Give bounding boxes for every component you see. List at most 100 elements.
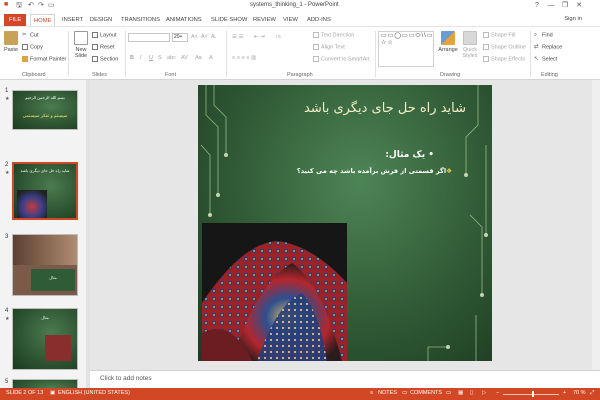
- tab-slide-show[interactable]: SLIDE SHOW: [211, 14, 247, 26]
- reset-button[interactable]: Reset: [92, 44, 114, 50]
- indent-button[interactable]: ⇤ ⇥: [254, 34, 265, 40]
- layout-button[interactable]: Layout: [92, 32, 117, 38]
- tab-view[interactable]: VIEW: [283, 14, 298, 26]
- zoom-slider-track[interactable]: [503, 394, 559, 395]
- minimize-button[interactable]: —: [544, 0, 558, 12]
- strikethrough-button[interactable]: abc: [167, 55, 176, 61]
- tab-review[interactable]: REVIEW: [253, 14, 276, 26]
- thumbnail-slide-3[interactable]: مثال: [12, 234, 78, 296]
- shapes-gallery[interactable]: ▭▭◯▭▭⬭\\▭◁△▷↘⇒⌐⤷⤴⤹⤼↯☆{}☆☆: [378, 31, 434, 67]
- paste-button[interactable]: Paste: [3, 31, 19, 53]
- slide-title[interactable]: شاید راه حل جای دیگری باشد: [304, 101, 466, 116]
- grow-font-button[interactable]: A˄: [191, 34, 198, 40]
- replace-icon: ⇄: [534, 44, 539, 50]
- select-button[interactable]: ↖ Select: [534, 56, 557, 62]
- restore-button[interactable]: ❐: [558, 0, 572, 12]
- shape-outline-button[interactable]: Shape Outline: [483, 44, 526, 50]
- paragraph-group-label: Paragraph: [287, 72, 313, 78]
- comments-button[interactable]: COMMENTS: [410, 390, 442, 396]
- pen-icon: [483, 44, 489, 50]
- tab-home[interactable]: HOME: [30, 14, 56, 26]
- slide-bullet[interactable]: • یک مثال:: [385, 150, 434, 160]
- format-painter-button[interactable]: Format Painter: [22, 56, 66, 62]
- thumbnail-slide-5[interactable]: [12, 379, 78, 388]
- notes-button[interactable]: NOTES: [378, 390, 397, 396]
- language-indicator[interactable]: ENGLISH (UNITED STATES): [58, 390, 130, 396]
- tab-animations[interactable]: ANIMATIONS: [166, 14, 202, 26]
- shrink-font-button[interactable]: A˅: [201, 34, 208, 40]
- reading-view-icon[interactable]: ▯: [470, 390, 473, 396]
- tab-transitions[interactable]: TRANSITIONS: [121, 14, 160, 26]
- layout-icon: [92, 32, 98, 38]
- status-bar: SLIDE 2 OF 13 ▣ ENGLISH (UNITED STATES) …: [0, 388, 600, 400]
- slide-sorter-icon[interactable]: ▦: [458, 390, 463, 396]
- clear-format-icon[interactable]: A̶: [211, 34, 215, 40]
- normal-view-icon[interactable]: ▭: [446, 390, 451, 396]
- transition-star-icon: ★: [5, 96, 10, 102]
- paste-icon: [4, 31, 18, 45]
- new-slide-button[interactable]: New Slide: [72, 31, 90, 59]
- save-icon[interactable]: 🖫: [16, 1, 22, 12]
- thumbnail-slide-1[interactable]: بسم الله الرحمن الرحیم سیستم و تفکر سیست…: [12, 90, 78, 130]
- line-spacing-button[interactable]: ↕≡: [275, 34, 281, 40]
- notes-pane[interactable]: Click to add notes: [90, 370, 600, 388]
- convert-smartart-button[interactable]: Convert to SmartArt: [313, 56, 370, 62]
- align-text-button[interactable]: Align Text: [313, 44, 345, 50]
- underline-button[interactable]: U: [149, 55, 153, 61]
- bold-button[interactable]: B: [130, 55, 134, 61]
- shape-effects-button[interactable]: Shape Effects: [483, 56, 525, 62]
- brush-icon: [22, 56, 28, 62]
- bullets-button[interactable]: ☰ ☰: [232, 34, 243, 40]
- quick-styles-button[interactable]: Quick Styles: [460, 31, 480, 59]
- window-title: systems_thinking_1 - PowerPoint: [250, 2, 339, 8]
- slides-group-label: Slides: [92, 72, 107, 78]
- current-slide[interactable]: شاید راه حل جای دیگری باشد • یک مثال: ❖ا…: [198, 85, 492, 361]
- align-buttons[interactable]: ≡ ≡ ≡ ≡ ▥: [232, 55, 256, 61]
- zoom-in-button[interactable]: +: [563, 390, 566, 396]
- close-button[interactable]: ✕: [572, 0, 586, 12]
- font-color-button[interactable]: A: [209, 55, 213, 61]
- fit-to-window-icon[interactable]: ⤢: [590, 390, 594, 397]
- case-button[interactable]: Aa: [195, 55, 202, 61]
- copy-button[interactable]: Copy: [22, 44, 43, 50]
- italic-button[interactable]: I: [140, 55, 142, 61]
- shape-fill-button[interactable]: Shape Fill: [483, 32, 515, 38]
- font-name-input[interactable]: [128, 33, 170, 42]
- slideshow-icon[interactable]: ▷: [482, 390, 486, 396]
- smartart-icon: [313, 56, 319, 62]
- thumbnail-slide-4[interactable]: مثال: [12, 308, 78, 370]
- replace-button[interactable]: ⇄ Replace: [534, 44, 562, 50]
- text-direction-button[interactable]: Text Direction: [313, 32, 354, 38]
- slide-thumbnails-pane[interactable]: 1 ★ بسم الله الرحمن الرحیم سیستم و تفکر …: [0, 80, 88, 388]
- persian-carpet-image[interactable]: [202, 223, 347, 361]
- slide-subbullet[interactable]: ❖اگر قسمتی از فرش برآمده باشد چه می کنید…: [297, 167, 452, 175]
- tab-add-ins[interactable]: ADD-INS: [307, 14, 331, 26]
- arrange-button[interactable]: Arrange: [438, 31, 458, 53]
- spellcheck-icon[interactable]: ▣: [50, 390, 55, 396]
- font-group-label: Font: [165, 72, 177, 78]
- notes-placeholder[interactable]: Click to add notes: [100, 375, 152, 382]
- thumbnail-slide-2[interactable]: شاید راه حل جای دیگری باشد: [12, 162, 78, 220]
- find-button[interactable]: ⌕ Find: [534, 32, 553, 38]
- cut-button[interactable]: ✂ Cut: [22, 32, 39, 38]
- divider: [226, 31, 227, 77]
- zoom-out-button[interactable]: −: [496, 390, 499, 396]
- zoom-slider-thumb[interactable]: [532, 391, 534, 397]
- transition-star-icon: ★: [5, 170, 10, 176]
- diamond-bullet-icon: ❖: [446, 167, 452, 175]
- shadow-button[interactable]: S: [158, 55, 162, 61]
- zoom-level[interactable]: 70 %: [573, 390, 586, 396]
- sign-in-link[interactable]: Sign in: [564, 16, 582, 22]
- present-icon[interactable]: ▭: [48, 1, 55, 9]
- paint-bucket-icon: [483, 32, 489, 38]
- redo-icon[interactable]: ↷: [38, 1, 44, 9]
- canvas-scrollbar[interactable]: [592, 80, 600, 370]
- undo-icon[interactable]: ↶: [28, 1, 34, 9]
- tab-design[interactable]: DESIGN: [90, 14, 112, 26]
- help-button[interactable]: ?: [530, 0, 544, 12]
- font-size-input[interactable]: 20+: [172, 33, 188, 42]
- tab-file[interactable]: FILE: [4, 14, 27, 26]
- section-button[interactable]: Section: [92, 56, 118, 62]
- tab-insert[interactable]: INSERT: [62, 14, 83, 26]
- spacing-button[interactable]: AV: [181, 55, 188, 61]
